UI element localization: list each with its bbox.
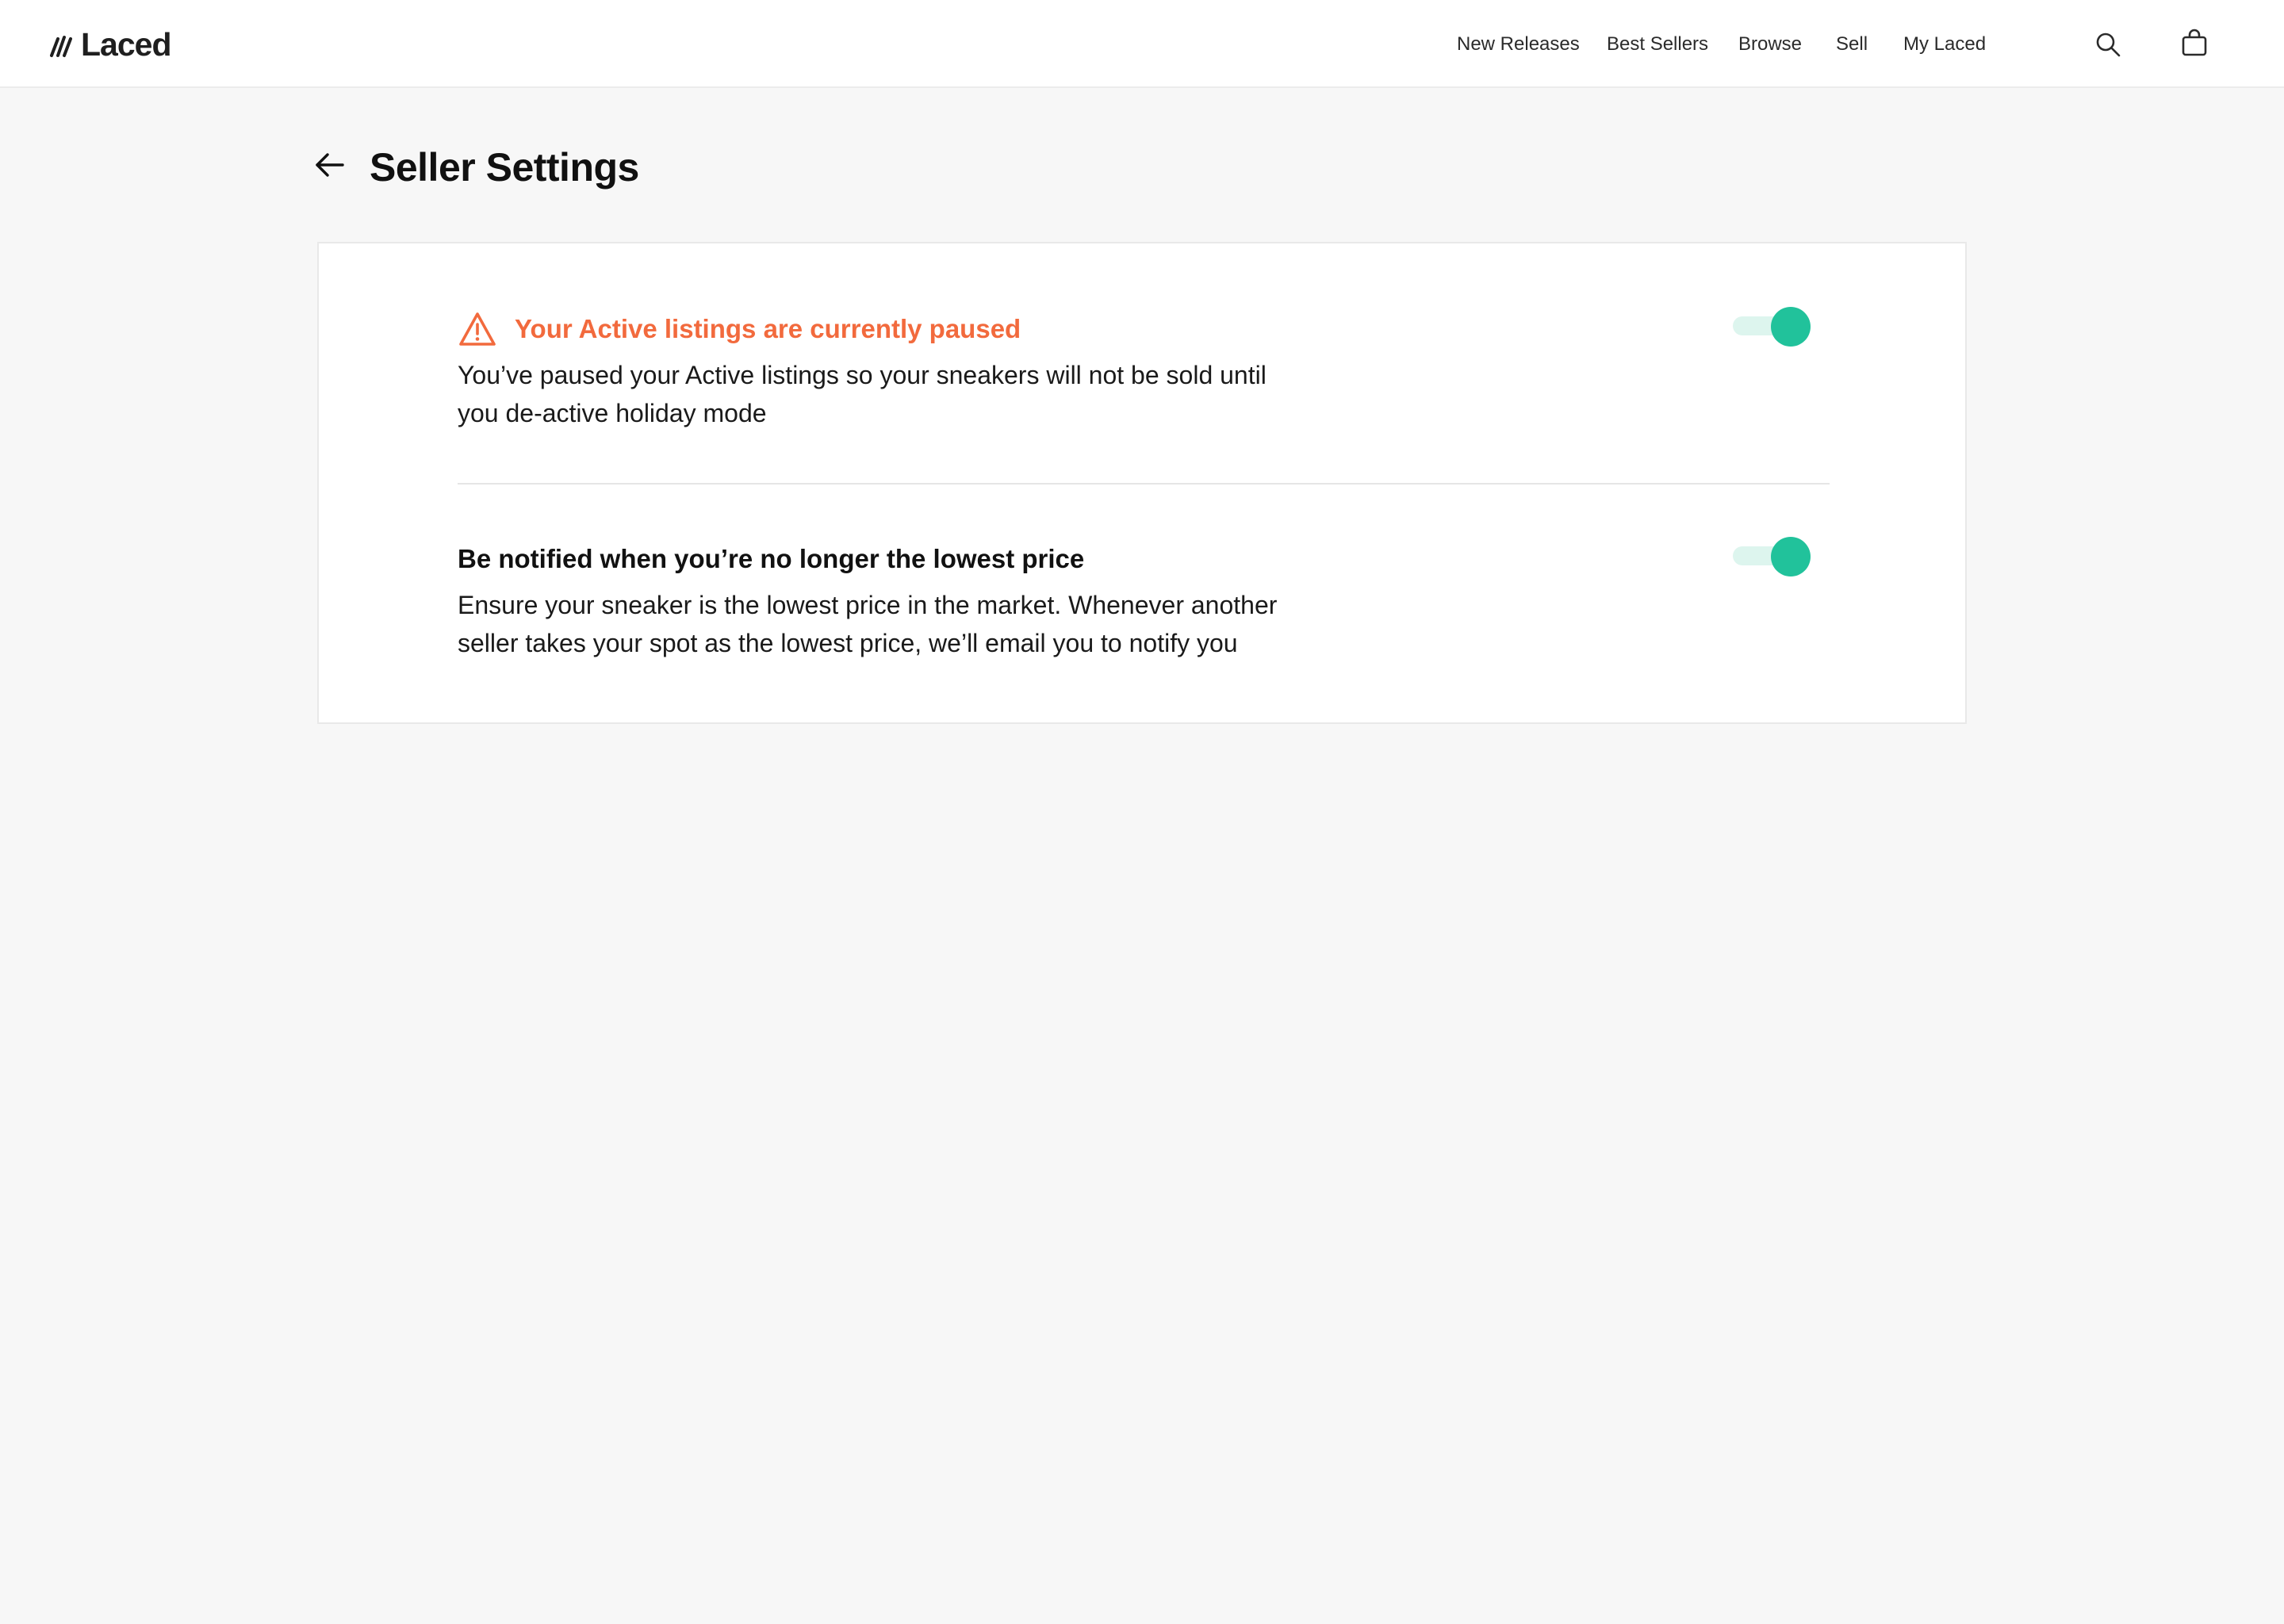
setting-title: Your Active listings are currently pause…: [515, 314, 1021, 343]
page-title: Seller Settings: [370, 145, 639, 190]
toggle-knob: [1771, 307, 1811, 347]
shopping-bag-icon[interactable]: [2181, 29, 2208, 57]
setting-holiday-mode: Your Active listings are currently pause…: [458, 307, 1830, 432]
arrow-left-icon[interactable]: [314, 151, 346, 179]
top-navigation-bar: Laced New Releases Best Sellers Browse S…: [0, 0, 2284, 88]
holiday-mode-toggle[interactable]: [1733, 305, 1812, 347]
divider: [458, 483, 1830, 485]
lowest-price-alert-toggle[interactable]: [1733, 535, 1812, 576]
nav-sell[interactable]: Sell: [1836, 30, 1868, 59]
nav-best-sellers[interactable]: Best Sellers: [1607, 30, 1708, 59]
setting-title-row: Your Active listings are currently pause…: [458, 307, 1830, 351]
nav-browse[interactable]: Browse: [1738, 30, 1802, 59]
search-icon[interactable]: [2094, 31, 2121, 58]
setting-description: You’ve paused your Active listings so yo…: [458, 361, 1267, 427]
seller-settings-card: Your Active listings are currently pause…: [317, 242, 1967, 724]
warning-icon: [459, 312, 496, 346]
setting-lowest-price-alert: Be notified when you’re no longer the lo…: [458, 537, 1830, 662]
main-nav: New Releases Best Sellers Browse Sell My…: [0, 30, 2284, 59]
nav-my-laced[interactable]: My Laced: [1903, 30, 1986, 59]
setting-title-row: Be notified when you’re no longer the lo…: [458, 537, 1830, 581]
toggle-knob: [1771, 537, 1811, 576]
setting-title: Be notified when you’re no longer the lo…: [458, 544, 1085, 573]
setting-description: Ensure your sneaker is the lowest price …: [458, 591, 1278, 657]
nav-new-releases[interactable]: New Releases: [1457, 30, 1580, 59]
